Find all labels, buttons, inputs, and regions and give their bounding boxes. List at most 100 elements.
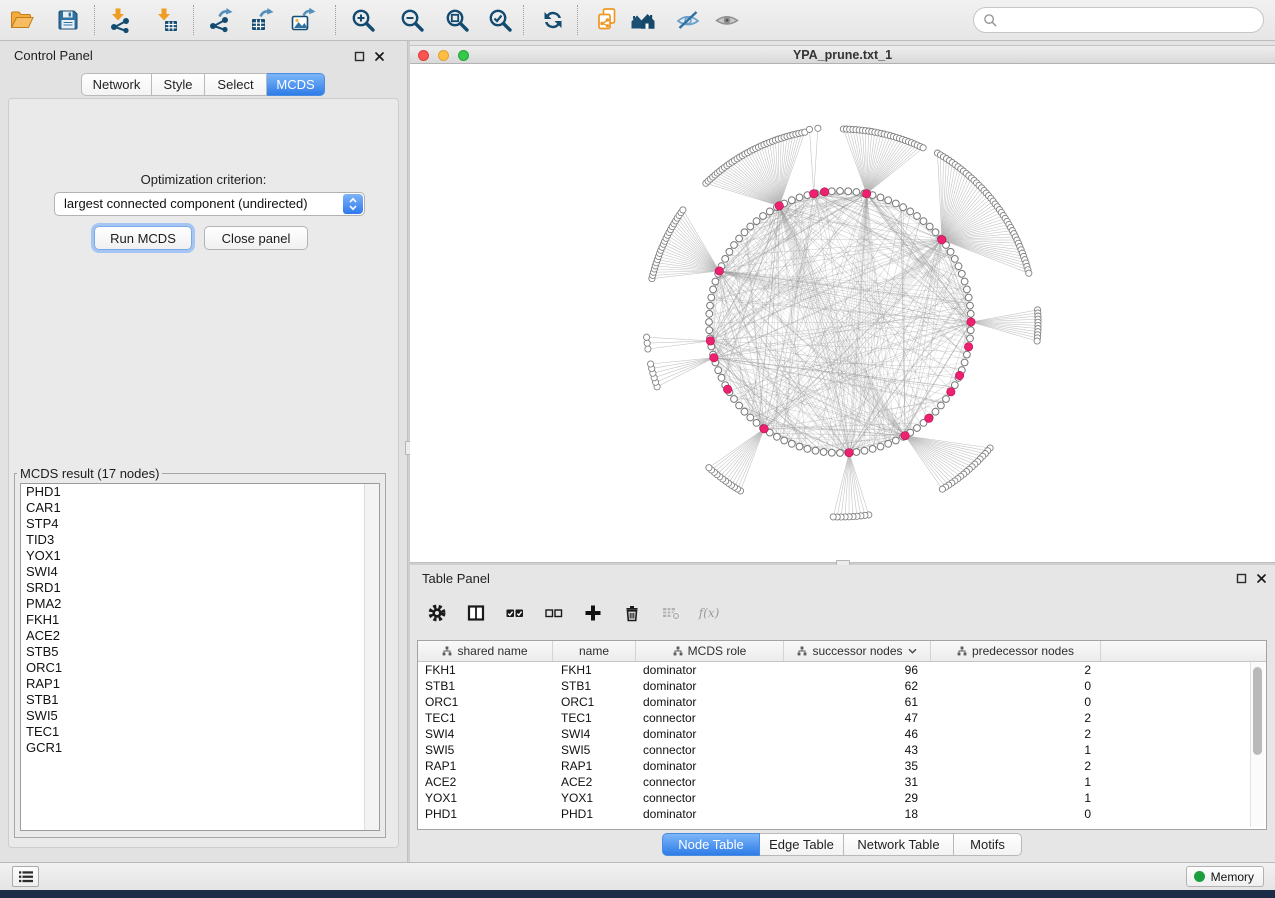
mcds-result-item[interactable]: TID3 — [21, 532, 379, 548]
table-row[interactable]: PHD1PHD1dominator180 — [418, 806, 1266, 822]
mcds-result-item[interactable]: STP4 — [21, 516, 379, 532]
zoom-in-icon[interactable] — [349, 6, 377, 34]
table-row[interactable]: FKH1FKH1dominator962 — [418, 662, 1266, 678]
table-cell: SWI5 — [418, 742, 553, 758]
table-row[interactable]: ORC1ORC1dominator610 — [418, 694, 1266, 710]
table-row[interactable]: SWI5SWI5connector431 — [418, 742, 1266, 758]
table-cell: SWI5 — [553, 742, 636, 758]
mcds-result-item[interactable]: SRD1 — [21, 580, 379, 596]
table-body: FKH1FKH1dominator962STB1STB1dominator620… — [418, 662, 1266, 822]
zoom-fit-icon[interactable] — [443, 6, 471, 34]
mcds-result-item[interactable]: PMA2 — [21, 596, 379, 612]
show-columns-icon[interactable] — [464, 602, 488, 624]
run-mcds-button[interactable]: Run MCDS — [94, 226, 192, 250]
float-table-panel-icon[interactable] — [1235, 572, 1248, 585]
settings-gear-icon[interactable] — [425, 602, 449, 624]
export-network-icon[interactable] — [206, 6, 234, 34]
table-cell: 31 — [784, 774, 931, 790]
table-scrollbar[interactable] — [1250, 662, 1264, 827]
mcds-result-item[interactable]: STB5 — [21, 644, 379, 660]
table-row[interactable]: TEC1TEC1connector472 — [418, 710, 1266, 726]
mcds-result-item[interactable]: STB1 — [21, 692, 379, 708]
tab-mcds[interactable]: MCDS — [267, 73, 325, 96]
criterion-dropdown[interactable]: largest connected component (undirected) — [54, 192, 365, 216]
close-panel-button[interactable]: Close panel — [204, 226, 308, 250]
dropdown-stepper-icon — [343, 194, 363, 214]
search-field[interactable] — [973, 7, 1264, 33]
float-panel-icon[interactable] — [353, 50, 366, 63]
open-folder-icon[interactable] — [8, 6, 36, 34]
tab-node-table[interactable]: Node Table — [662, 833, 760, 856]
documents-share-icon[interactable] — [593, 6, 621, 34]
table-scrollbar-thumb[interactable] — [1253, 667, 1262, 755]
zoom-selected-icon[interactable] — [486, 6, 514, 34]
mcds-result-item[interactable]: ACE2 — [21, 628, 379, 644]
tab-select[interactable]: Select — [205, 73, 267, 96]
table-row[interactable]: RAP1RAP1dominator352 — [418, 758, 1266, 774]
import-network-icon[interactable] — [106, 6, 134, 34]
close-panel-icon[interactable] — [373, 50, 386, 63]
mcds-result-item[interactable]: CAR1 — [21, 500, 379, 516]
mcds-result-item[interactable]: ORC1 — [21, 660, 379, 676]
delete-row-icon[interactable] — [620, 602, 644, 624]
zoom-out-icon[interactable] — [398, 6, 426, 34]
table-cell: 35 — [784, 758, 931, 774]
mcds-result-title: MCDS result (17 nodes) — [17, 466, 162, 481]
column-header-mcds-role[interactable]: MCDS role — [636, 641, 784, 661]
function-builder-icon: f(x) — [698, 602, 722, 624]
mcds-result-item[interactable]: SWI5 — [21, 708, 379, 724]
select-all-icon[interactable] — [503, 602, 527, 624]
table-tabbar: Node TableEdge TableNetwork TableMotifs — [662, 833, 1022, 856]
search-input[interactable] — [1003, 12, 1263, 29]
table-header-row: shared namenameMCDS rolesuccessor nodesp… — [418, 641, 1266, 662]
mcds-result-item[interactable]: YOX1 — [21, 548, 379, 564]
task-history-button[interactable] — [12, 866, 39, 887]
tab-motifs[interactable]: Motifs — [954, 833, 1022, 856]
table-cell: 62 — [784, 678, 931, 694]
table-cell: ORC1 — [418, 694, 553, 710]
mcds-result-item[interactable]: TEC1 — [21, 724, 379, 740]
table-row[interactable]: ACE2ACE2connector311 — [418, 774, 1266, 790]
node-table: shared namenameMCDS rolesuccessor nodesp… — [417, 640, 1267, 830]
table-row[interactable]: YOX1YOX1connector291 — [418, 790, 1266, 806]
column-header-predecessor-nodes[interactable]: predecessor nodes — [931, 641, 1101, 661]
tab-edge-table[interactable]: Edge Table — [760, 833, 844, 856]
app-window: Control Panel NetworkStyleSelectMCDS Opt… — [0, 0, 1275, 890]
result-list-scrollbar[interactable] — [364, 484, 379, 830]
tab-network-table[interactable]: Network Table — [844, 833, 954, 856]
mcds-result-item[interactable]: FKH1 — [21, 612, 379, 628]
column-header-successor-nodes[interactable]: successor nodes — [784, 641, 931, 661]
refresh-icon[interactable] — [539, 6, 567, 34]
export-image-icon[interactable] — [289, 6, 317, 34]
close-table-panel-icon[interactable] — [1255, 572, 1268, 585]
export-table-icon[interactable] — [248, 6, 276, 34]
eye-icon[interactable] — [713, 6, 741, 34]
table-row[interactable]: STB1STB1dominator620 — [418, 678, 1266, 694]
memory-button[interactable]: Memory — [1186, 866, 1264, 887]
mcds-result-item[interactable]: RAP1 — [21, 676, 379, 692]
mcds-result-list[interactable]: PHD1CAR1STP4TID3YOX1SWI4SRD1PMA2FKH1ACE2… — [20, 483, 380, 831]
houses-icon[interactable] — [629, 6, 657, 34]
import-table-icon[interactable] — [152, 6, 180, 34]
mcds-result-item[interactable]: GCR1 — [21, 740, 379, 756]
table-cell: dominator — [636, 806, 784, 822]
table-cell: RAP1 — [418, 758, 553, 774]
table-cell: PHD1 — [418, 806, 553, 822]
network-canvas[interactable] — [410, 64, 1275, 562]
table-row[interactable]: SWI4SWI4dominator462 — [418, 726, 1266, 742]
save-icon[interactable] — [54, 6, 82, 34]
tab-network[interactable]: Network — [81, 73, 152, 96]
network-window-titlebar[interactable]: YPA_prune.txt_1 — [410, 45, 1275, 64]
column-header-shared-name[interactable]: shared name — [418, 641, 553, 661]
table-cell: ACE2 — [418, 774, 553, 790]
control-panel: Control Panel NetworkStyleSelectMCDS Opt… — [0, 41, 407, 862]
add-row-icon[interactable] — [581, 602, 605, 624]
toolbar-separator — [335, 5, 336, 35]
column-header-name[interactable]: name — [553, 641, 636, 661]
tab-style[interactable]: Style — [152, 73, 205, 96]
mcds-result-item[interactable]: PHD1 — [21, 484, 379, 500]
deselect-all-icon[interactable] — [542, 602, 566, 624]
eye-slash-icon[interactable] — [674, 6, 702, 34]
table-cell: 29 — [784, 790, 931, 806]
mcds-result-item[interactable]: SWI4 — [21, 564, 379, 580]
